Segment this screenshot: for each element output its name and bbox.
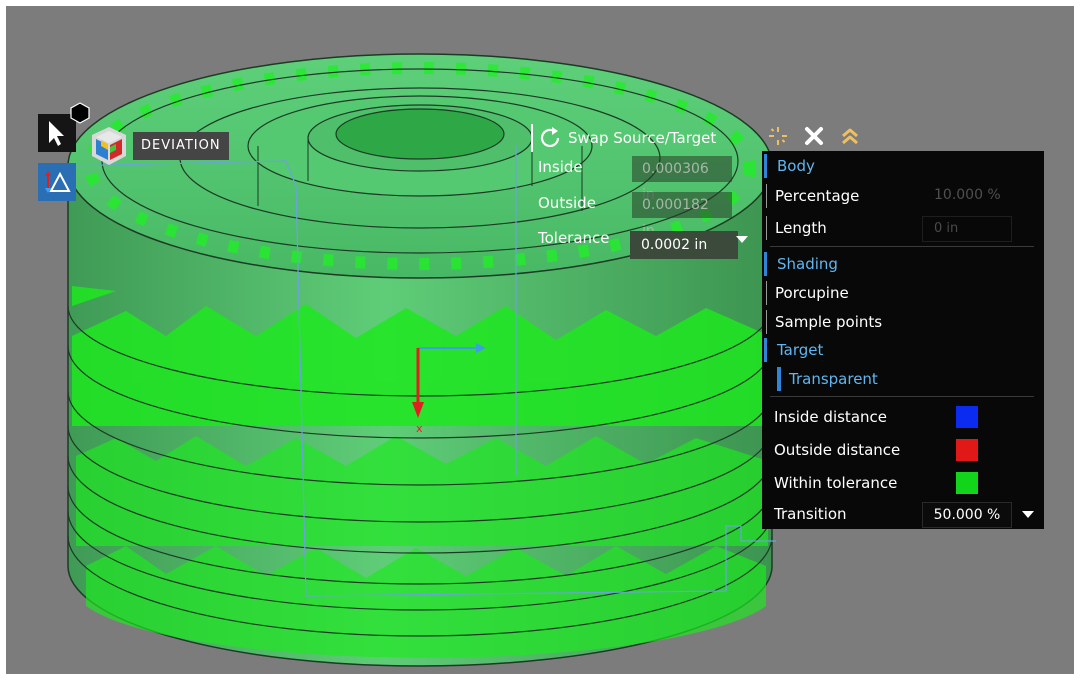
deviation-tool-button[interactable] [38, 163, 76, 201]
close-icon[interactable] [804, 126, 824, 146]
within-tolerance-color-swatch[interactable] [956, 472, 978, 494]
inside-label: Inside [538, 158, 583, 176]
outside-label: Outside [538, 194, 596, 212]
transition-input[interactable]: 50.000 % [922, 502, 1012, 528]
3d-viewport[interactable]: x Deviation Swap S [6, 6, 1074, 674]
swap-refresh-icon [540, 127, 560, 147]
length-input[interactable]: 0 in [922, 216, 1012, 242]
percentage-value: 10.000 % [934, 187, 1001, 203]
panel-divider [770, 246, 1034, 247]
tolerance-dropdown-arrow-icon[interactable] [736, 236, 748, 243]
porcupine-option[interactable]: Porcupine [766, 281, 849, 305]
outside-distance-label: Outside distance [774, 441, 901, 459]
inside-value-field: 0.000306 in [632, 156, 732, 203]
within-tolerance-label: Within tolerance [774, 474, 898, 492]
options-icon[interactable] [768, 126, 788, 146]
swap-source-target-button[interactable]: Swap Source/Target [538, 124, 716, 152]
deviation-delta-icon [45, 171, 71, 193]
transition-dropdown-arrow-icon[interactable] [1022, 511, 1034, 518]
percentage-radio[interactable]: Percentage [766, 184, 859, 208]
outside-value-field: 0.000182 in [632, 192, 732, 239]
tolerance-label: Tolerance [538, 229, 610, 247]
swap-source-target-label: Swap Source/Target [568, 129, 717, 147]
outside-distance-color-swatch[interactable] [956, 439, 978, 461]
mini-toolbar-divider [531, 124, 533, 152]
transparent-toggle[interactable]: Transparent [777, 367, 878, 391]
sample-points-option[interactable]: Sample points [766, 310, 882, 334]
panel-divider [770, 396, 1034, 397]
svg-text:x: x [416, 422, 423, 435]
length-radio[interactable]: Length [766, 216, 827, 240]
tolerance-input[interactable]: 0.0002 in [630, 231, 738, 259]
hexagon-marker-icon [70, 102, 90, 124]
panel-header-icons [768, 124, 868, 148]
target-section-header[interactable]: Target [764, 338, 823, 362]
select-arrow-icon [49, 121, 64, 146]
inside-distance-label: Inside distance [774, 408, 887, 426]
deviation-cube-icon [86, 123, 132, 169]
body-section-header[interactable]: Body [764, 154, 815, 178]
inside-distance-color-swatch[interactable] [956, 406, 978, 428]
collapse-icon[interactable] [840, 126, 860, 146]
tool-title-label: Deviation [133, 132, 229, 160]
transition-label: Transition [774, 505, 847, 523]
shading-section-header[interactable]: Shading [764, 252, 838, 276]
